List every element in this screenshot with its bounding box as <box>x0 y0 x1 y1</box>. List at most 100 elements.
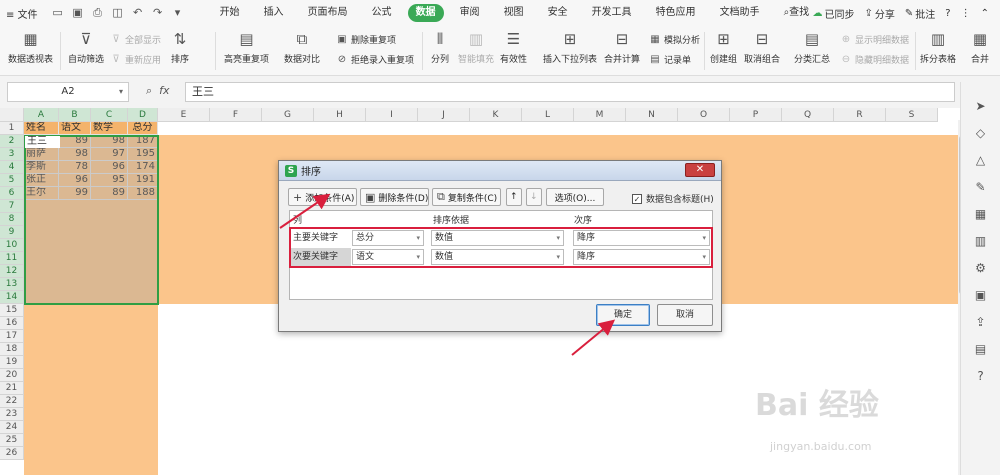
row-header[interactable]: 19 <box>0 356 24 369</box>
sync-status[interactable]: ☁ 已同步 <box>808 6 860 21</box>
save-icon[interactable]: ▣ <box>71 7 85 19</box>
tab-review[interactable]: 审阅 <box>452 4 488 22</box>
dialog-title-bar[interactable]: S 排序 ✕ <box>279 161 721 181</box>
column-header-k[interactable]: K <box>470 108 522 122</box>
header-cell-total[interactable]: 总分 <box>128 122 158 135</box>
tab-view[interactable]: 视图 <box>496 4 532 22</box>
name-box[interactable]: A2 ▾ <box>7 82 129 102</box>
collapse-icon[interactable]: ⌃ <box>976 8 994 19</box>
undo-icon[interactable]: ↶ <box>131 7 145 19</box>
column-header-j[interactable]: J <box>418 108 470 122</box>
row-header[interactable]: 23 <box>0 408 24 421</box>
row-header[interactable]: 8 <box>0 213 24 226</box>
row-header[interactable]: 1 <box>0 122 24 135</box>
row-header[interactable]: 26 <box>0 447 24 460</box>
print-icon[interactable]: ⎙ <box>91 7 105 19</box>
column-header-o[interactable]: O <box>678 108 730 122</box>
column-header-l[interactable]: L <box>522 108 574 122</box>
column-header-a[interactable]: A <box>24 108 59 122</box>
show-detail-button[interactable]: ⊕ 显示明细数据 <box>840 33 909 47</box>
formula-input[interactable]: 王三 <box>185 82 955 102</box>
shapes-icon[interactable]: ◇ <box>973 125 989 141</box>
redo-icon[interactable]: ↷ <box>151 7 165 19</box>
simulate-analysis-button[interactable]: ▦ 模拟分析 <box>649 33 700 47</box>
row-header[interactable]: 16 <box>0 317 24 330</box>
copy-condition-button[interactable]: ⧉ 复制条件(C) <box>432 188 501 206</box>
header-cell-name[interactable]: 姓名 <box>24 122 59 135</box>
column-header-m[interactable]: M <box>574 108 626 122</box>
chart-icon[interactable]: ▥ <box>973 233 989 249</box>
highlight-duplicates-button[interactable]: ▤ 高亮重复项 <box>224 30 269 65</box>
row-header[interactable]: 2 <box>0 135 24 148</box>
insert-dropdown-button[interactable]: ⊞ 插入下拉列表 <box>543 30 597 65</box>
column-header-n[interactable]: N <box>626 108 678 122</box>
tab-page-layout[interactable]: 页面布局 <box>300 4 356 22</box>
column-header-p[interactable]: P <box>730 108 782 122</box>
header-cell-math[interactable]: 数学 <box>91 122 128 135</box>
backup-icon[interactable]: ▣ <box>973 287 989 303</box>
split-table-button[interactable]: ▥ 拆分表格 <box>920 30 956 65</box>
options-button[interactable]: 选项(O)... <box>546 188 604 206</box>
chevron-down-icon[interactable]: ▾ <box>119 83 123 101</box>
tab-formulas[interactable]: 公式 <box>364 4 400 22</box>
autofilter-button[interactable]: ⊽ 自动筛选 <box>68 30 104 65</box>
move-up-button[interactable]: ↑ <box>506 188 522 206</box>
file-menu[interactable]: ≡ 文件 <box>0 0 44 26</box>
delete-duplicates-button[interactable]: ▣ 删除重复项 <box>336 33 396 47</box>
row-header[interactable]: 17 <box>0 330 24 343</box>
open-icon[interactable]: ▭ <box>51 7 65 19</box>
cursor-icon[interactable]: ➤ <box>973 98 989 114</box>
show-all-button[interactable]: ⊽ 全部显示 <box>110 33 161 47</box>
row-header[interactable]: 21 <box>0 382 24 395</box>
more-icon[interactable]: ▾ <box>171 7 185 19</box>
header-cell-chinese[interactable]: 语文 <box>59 122 91 135</box>
data-compare-button[interactable]: ⧉ 数据对比 <box>284 30 320 65</box>
more-options-icon[interactable]: ⋮ <box>956 8 976 19</box>
row-header[interactable]: 12 <box>0 265 24 278</box>
row-header[interactable]: 5 <box>0 174 24 187</box>
reapply-button[interactable]: ⊽ 重新应用 <box>110 53 161 67</box>
row-header[interactable]: 3 <box>0 148 24 161</box>
sort-button[interactable]: ⇅ 排序 <box>170 30 190 65</box>
row-header[interactable]: 9 <box>0 226 24 239</box>
row-header[interactable]: 6 <box>0 187 24 200</box>
validity-button[interactable]: ☰ 有效性 <box>500 30 527 65</box>
tab-security[interactable]: 安全 <box>540 4 576 22</box>
delete-condition-button[interactable]: ▣ 删除条件(D) <box>360 188 429 206</box>
pivot-table-button[interactable]: ▦ 数据透视表 <box>8 30 53 65</box>
column-header-i[interactable]: I <box>366 108 418 122</box>
row-header[interactable]: 10 <box>0 239 24 252</box>
cancel-button[interactable]: 取消 <box>657 304 713 326</box>
select-all-corner[interactable] <box>0 108 24 122</box>
tab-doc-assistant[interactable]: 文档助手 <box>712 4 768 22</box>
split-column-button[interactable]: ⫴ 分列 <box>430 30 450 65</box>
row-header[interactable]: 20 <box>0 369 24 382</box>
row-header[interactable]: 4 <box>0 161 24 174</box>
brush-icon[interactable]: ✎ <box>973 179 989 195</box>
column-header-q[interactable]: Q <box>782 108 834 122</box>
help-icon[interactable]: ? <box>940 8 955 19</box>
column-header-r[interactable]: R <box>834 108 886 122</box>
smart-fill-button[interactable]: ▥ 智能填充 <box>458 30 494 65</box>
row-header[interactable]: 11 <box>0 252 24 265</box>
column-header-f[interactable]: F <box>210 108 262 122</box>
column-header-e[interactable]: E <box>158 108 210 122</box>
merge-calc-button[interactable]: ⊟ 合并计算 <box>604 30 640 65</box>
share-button[interactable]: ⇪ 分享 <box>860 6 900 21</box>
ungroup-button[interactable]: ⊟ 取消组合 <box>744 30 780 65</box>
share-doc-icon[interactable]: ⇪ <box>973 314 989 330</box>
fx-icon[interactable]: fx <box>159 84 169 97</box>
merge-more-button[interactable]: ▦ 合并 <box>970 30 990 65</box>
style-icon[interactable]: △ <box>973 152 989 168</box>
active-cell-text[interactable]: 王三 <box>25 136 59 149</box>
row-header[interactable]: 18 <box>0 343 24 356</box>
row-header[interactable]: 14 <box>0 291 24 304</box>
document-icon[interactable]: ▤ <box>973 341 989 357</box>
row-header[interactable]: 7 <box>0 200 24 213</box>
add-condition-button[interactable]: + 添加条件(A) <box>288 188 357 206</box>
tab-features[interactable]: 特色应用 <box>648 4 704 22</box>
close-icon[interactable]: ✕ <box>685 163 715 177</box>
help-panel-icon[interactable]: ? <box>973 368 989 384</box>
reject-duplicates-button[interactable]: ⊘ 拒绝录入重复项 <box>336 53 414 67</box>
comment-button[interactable]: ✎ 批注 <box>900 6 940 21</box>
